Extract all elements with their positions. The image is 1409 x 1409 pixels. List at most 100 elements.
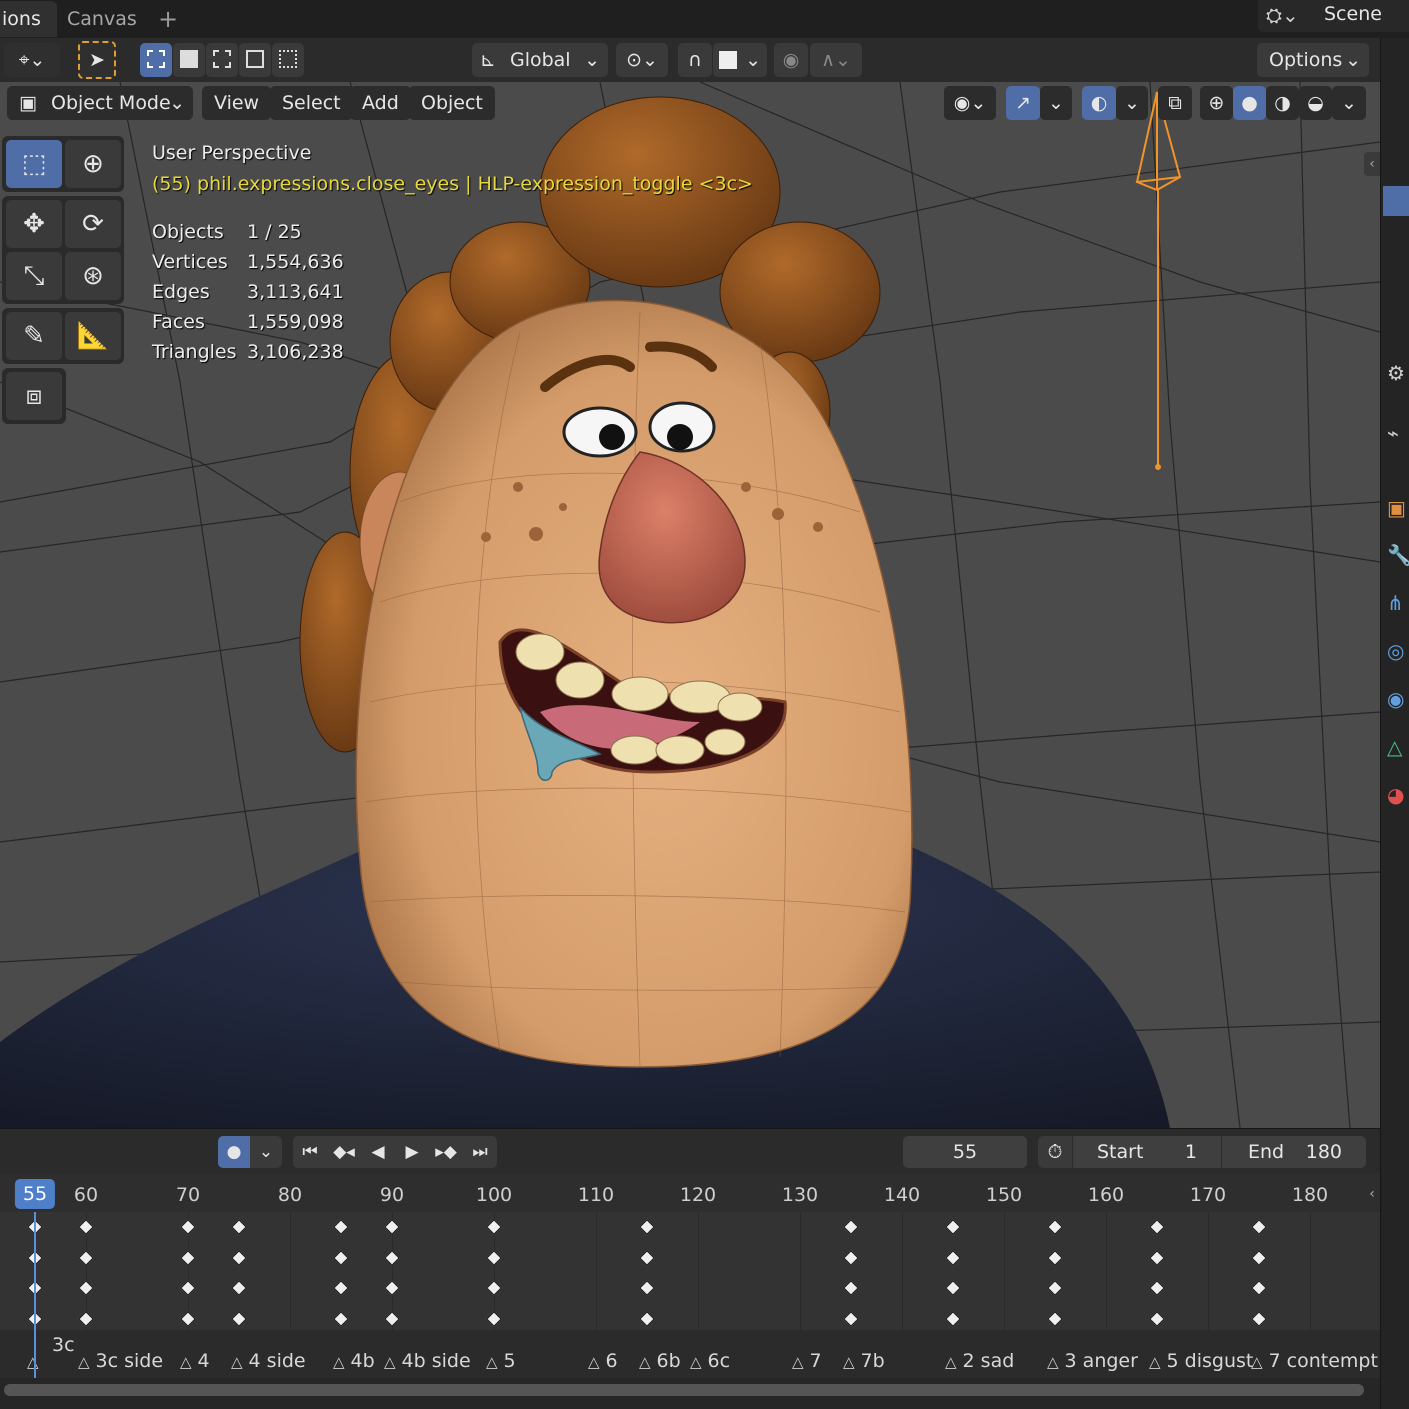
workspace-tab-animation[interactable]: ions (0, 1, 57, 37)
timeline-marker[interactable]: △ 6b (639, 1350, 681, 1372)
select-box-tool[interactable]: ⬚ (6, 140, 62, 188)
keyframe[interactable] (231, 1311, 247, 1327)
timeline-marker[interactable]: △ 4b (333, 1350, 375, 1372)
keyframe[interactable] (1149, 1311, 1165, 1327)
keyframe[interactable] (843, 1250, 859, 1266)
keyframe[interactable] (843, 1280, 859, 1296)
keyframe[interactable] (180, 1280, 196, 1296)
snap-toggle[interactable]: ∩ (678, 43, 712, 77)
rotate-tool[interactable]: ⟳ (65, 200, 121, 248)
timeline-marker[interactable]: △ 4 (180, 1350, 210, 1372)
start-frame-field[interactable]: Start 1 (1073, 1136, 1221, 1168)
select-mode-intersect-button[interactable] (272, 43, 304, 77)
keyframe[interactable] (945, 1311, 961, 1327)
keyframe[interactable] (1251, 1311, 1267, 1327)
timeline-marker[interactable]: △ 4b side (384, 1350, 471, 1372)
keyframe[interactable] (486, 1250, 502, 1266)
object-menu[interactable]: Object (409, 86, 495, 120)
scene-selector[interactable]: ⛭⌄ Scene (1258, 0, 1409, 32)
keyframe[interactable] (180, 1311, 196, 1327)
measure-tool[interactable]: 📐 (65, 312, 121, 360)
output-properties-icon[interactable]: ▣ (1387, 493, 1409, 523)
keyframe[interactable] (78, 1250, 94, 1266)
timeline-marker[interactable]: △ 7 (792, 1350, 822, 1372)
jump-prev-keyframe-button[interactable]: ◆◂ (327, 1136, 361, 1168)
keyframe[interactable] (486, 1219, 502, 1235)
keyframe[interactable] (945, 1250, 961, 1266)
keyframe[interactable] (639, 1311, 655, 1327)
current-frame-indicator[interactable]: 55 (14, 1179, 56, 1209)
keyframe[interactable] (843, 1219, 859, 1235)
keyframe[interactable] (1047, 1280, 1063, 1296)
timeline-marker[interactable]: △ 5 (486, 1350, 516, 1372)
particles-properties-icon[interactable]: ⋔ (1387, 588, 1409, 618)
keyframe[interactable] (333, 1219, 349, 1235)
select-mode-extend-button[interactable] (173, 43, 205, 77)
falloff-dropdown[interactable]: ∧⌄ (810, 43, 862, 77)
play-reverse-button[interactable]: ◀ (361, 1136, 395, 1168)
snap-target-dropdown[interactable]: ⌄ (713, 43, 767, 77)
keyframe[interactable] (1149, 1280, 1165, 1296)
proportional-edit-toggle[interactable]: ◉ (774, 43, 808, 77)
keyframe[interactable] (333, 1311, 349, 1327)
scrollbar-thumb[interactable] (4, 1384, 1364, 1396)
select-menu[interactable]: Select (270, 86, 353, 120)
select-mode-subtract-button[interactable] (206, 43, 238, 77)
3d-viewport[interactable]: ▣ Object Mode ⌄ View Select Add Object ◉… (0, 82, 1380, 1128)
keyframe[interactable] (1149, 1219, 1165, 1235)
keyframe[interactable] (384, 1311, 400, 1327)
physics-properties-icon[interactable]: ◎ (1387, 636, 1409, 666)
select-tool-indicator[interactable]: ➤ (78, 41, 116, 79)
xray-toggle[interactable]: ⧉ (1158, 86, 1192, 120)
timeline-marker[interactable]: △ 7 contempt (1251, 1350, 1378, 1372)
overlays-dropdown[interactable]: ⌄ (1116, 86, 1148, 120)
keyframe[interactable] (1251, 1219, 1267, 1235)
keyframe[interactable] (1251, 1280, 1267, 1296)
keyframe[interactable] (486, 1280, 502, 1296)
keyframe[interactable] (231, 1219, 247, 1235)
render-properties-icon[interactable]: ⌁ (1387, 418, 1409, 448)
shading-material-button[interactable]: ◑ (1266, 86, 1299, 120)
keyframe[interactable] (384, 1250, 400, 1266)
timeline-marker[interactable]: △ 6 (588, 1350, 618, 1372)
keyframe[interactable] (78, 1280, 94, 1296)
shading-rendered-button[interactable]: ◒ (1299, 86, 1332, 120)
timeline-marker[interactable]: △ 3 anger (1047, 1350, 1138, 1372)
shading-wireframe-button[interactable]: ⊕ (1200, 86, 1233, 120)
jump-start-button[interactable]: ⏮ (293, 1136, 327, 1168)
keyframe[interactable] (333, 1280, 349, 1296)
keyframe[interactable] (231, 1280, 247, 1296)
keyframe[interactable] (231, 1250, 247, 1266)
move-tool[interactable]: ✥ (6, 200, 62, 248)
add-menu[interactable]: Add (350, 86, 411, 120)
gizmo-dropdown[interactable]: ⌄ (1040, 86, 1072, 120)
keyframe[interactable] (1149, 1250, 1165, 1266)
options-dropdown[interactable]: Options ⌄ (1257, 43, 1369, 77)
keyframe[interactable] (1047, 1311, 1063, 1327)
sidebar-toggle[interactable]: ‹ (1364, 152, 1380, 176)
material-properties-icon[interactable]: ◕ (1387, 780, 1409, 810)
keyframe[interactable] (945, 1219, 961, 1235)
keyframe[interactable] (1251, 1250, 1267, 1266)
timeline-marker[interactable]: △ 3c side (78, 1350, 163, 1372)
pivot-point-dropdown[interactable]: ⊙⌄ (616, 43, 668, 77)
shading-solid-button[interactable]: ● (1233, 86, 1266, 120)
keyframe[interactable] (639, 1250, 655, 1266)
annotate-tool[interactable]: ✎ (6, 312, 62, 360)
timeline-marker[interactable]: △ 4 side (231, 1350, 306, 1372)
current-frame-field[interactable]: 55 (903, 1136, 1027, 1168)
keyframe[interactable] (78, 1311, 94, 1327)
transform-orientation-dropdown[interactable]: ⊾ Global ⌄ (472, 43, 608, 77)
preview-range-toggle[interactable]: ⏱ (1038, 1136, 1072, 1168)
keyframe[interactable] (180, 1219, 196, 1235)
workspace-tab-canvas[interactable]: Canvas (51, 1, 153, 37)
keyframe[interactable] (486, 1311, 502, 1327)
transform-tool[interactable]: ⊛ (65, 252, 121, 300)
keyframe[interactable] (843, 1311, 859, 1327)
auto-keying-toggle[interactable]: ● (218, 1136, 250, 1168)
timeline-marker[interactable]: △ 7b (843, 1350, 885, 1372)
view-menu[interactable]: View (202, 86, 272, 120)
timeline-marker[interactable]: 3c (52, 1334, 75, 1356)
data-properties-icon[interactable]: △ (1387, 732, 1409, 762)
timeline-marker[interactable]: △ 2 sad (945, 1350, 1014, 1372)
